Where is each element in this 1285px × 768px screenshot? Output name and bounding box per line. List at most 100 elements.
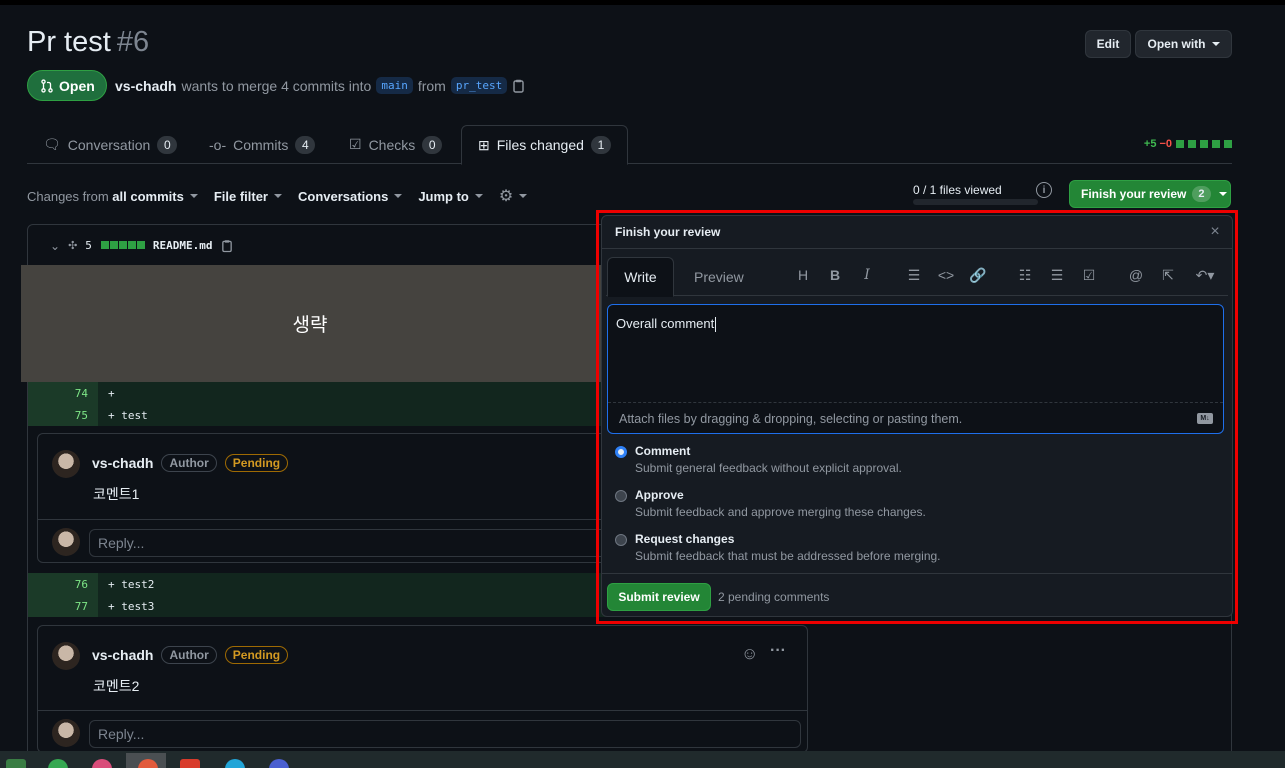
app-icon[interactable] (180, 759, 200, 768)
jump-to-menu[interactable]: Jump to (418, 186, 483, 206)
review-text: Overall comment (616, 316, 715, 331)
comment-thread: vs-chadh Author Pending ☺ ··· 코멘트2 Reply… (37, 625, 808, 753)
pr-state-badge: Open (27, 70, 107, 101)
comment-author[interactable]: vs-chadh (92, 647, 153, 663)
diffstat-block (1224, 140, 1232, 148)
tab-files-changed[interactable]: ⊞ Files changed 1 (461, 125, 628, 165)
tab-checks[interactable]: ☑ Checks 0 (349, 125, 443, 164)
tab-conversation[interactable]: 🗨 Conversation 0 (43, 125, 178, 164)
comment-author[interactable]: vs-chadh (92, 455, 153, 471)
file-filter-menu[interactable]: File filter (214, 186, 282, 206)
chevron-down-icon (189, 194, 198, 198)
heading-icon[interactable]: H (792, 264, 814, 286)
tab-counter: 4 (295, 135, 316, 154)
code-icon[interactable]: <> (935, 264, 957, 286)
unordered-list-icon[interactable]: ☷ (1014, 264, 1036, 286)
finish-review-popover: Finish your review × Write Preview H B I… (601, 215, 1233, 617)
finish-review-label: Finish your review (1081, 187, 1187, 201)
pull-request-icon (41, 78, 53, 93)
line-number[interactable]: 77 (28, 595, 98, 617)
head-branch[interactable]: pr_test (450, 77, 508, 94)
info-icon[interactable]: i (1036, 182, 1052, 198)
attach-text: Attach files by dragging & dropping, sel… (619, 411, 963, 426)
merge-text: wants to merge 4 commits into (181, 77, 372, 94)
radio-approve[interactable] (615, 490, 627, 502)
base-branch[interactable]: main (376, 77, 413, 94)
review-textarea[interactable]: Overall comment Attach files by dragging… (607, 304, 1224, 434)
markdown-icon[interactable]: M↓ (1197, 413, 1213, 424)
attach-files-zone[interactable]: Attach files by dragging & dropping, sel… (608, 402, 1223, 434)
author-label: Author (161, 454, 217, 472)
line-number[interactable]: 75 (28, 404, 98, 426)
bold-icon[interactable]: B (824, 264, 846, 286)
app-icon[interactable] (48, 759, 68, 768)
comment-body: 코멘트2 (93, 678, 140, 694)
link-icon[interactable]: 🔗 (967, 264, 989, 286)
line-number[interactable]: 76 (28, 573, 98, 595)
app-icon[interactable] (269, 759, 289, 768)
top-strip (0, 0, 1285, 5)
app-icon[interactable] (225, 759, 245, 768)
tab-write[interactable]: Write (607, 257, 674, 297)
smiley-icon[interactable]: ☺ (741, 644, 758, 664)
reply-input[interactable]: Reply... (89, 720, 801, 748)
task-list-icon[interactable]: ☑ (1078, 264, 1100, 286)
pr-state-label: Open (59, 77, 95, 94)
app-icon[interactable] (6, 759, 26, 768)
tab-commits[interactable]: -o- Commits 4 (209, 125, 316, 164)
conversation-icon: 🗨 (43, 136, 61, 152)
line-number[interactable]: 74 (28, 382, 98, 404)
option-title: Request changes (635, 532, 735, 546)
chevron-down-icon (394, 194, 403, 198)
undo-icon[interactable]: ↶▾ (1189, 264, 1221, 286)
tab-counter: 1 (590, 136, 611, 154)
pending-label: Pending (224, 646, 289, 664)
edit-button[interactable]: Edit (1085, 30, 1131, 58)
diffstat-block (1212, 140, 1220, 148)
submit-review-button[interactable]: Submit review (607, 583, 711, 611)
copy-icon[interactable] (221, 239, 233, 253)
page-title: Pr test #6 (27, 26, 149, 59)
tab-preview[interactable]: Preview (694, 257, 744, 297)
quote-icon[interactable]: ☰ (903, 264, 925, 286)
diff-toolbar: Changes from all commits File filter Con… (27, 186, 528, 206)
avatar[interactable] (52, 450, 80, 478)
tab-counter: 0 (422, 135, 443, 154)
line-code: + test (108, 408, 148, 422)
expand-icon[interactable]: ✣ (68, 239, 77, 252)
commit-icon: -o- (209, 136, 227, 153)
mention-icon[interactable]: @ (1125, 264, 1147, 286)
pending-label: Pending (224, 454, 289, 472)
line-code: + test3 (108, 599, 155, 613)
avatar (52, 528, 80, 556)
file-filter-label: File filter (213, 188, 268, 204)
reference-icon[interactable]: ⇱ (1157, 264, 1179, 286)
app-icon[interactable] (92, 759, 112, 768)
pr-merge-info: vs-chadh wants to merge 4 commits into m… (115, 77, 525, 94)
avatar[interactable] (52, 642, 80, 670)
close-icon[interactable]: × (1206, 223, 1224, 241)
option-desc: Submit general feedback without explicit… (635, 461, 902, 475)
italic-icon[interactable]: I (856, 264, 878, 286)
copy-icon[interactable] (512, 79, 525, 93)
jump-to-label: Jump to (418, 188, 469, 204)
finish-review-button[interactable]: Finish your review 2 (1069, 180, 1231, 208)
chevron-down-icon[interactable]: ⌄ (50, 239, 60, 253)
changes-from-menu[interactable]: Changes from all commits (27, 186, 198, 206)
settings-menu[interactable]: ⚙ (499, 186, 528, 206)
from-text: from (417, 77, 446, 94)
radio-request-changes[interactable] (615, 534, 627, 546)
ordered-list-icon[interactable]: ☰ (1046, 264, 1068, 286)
changes-value: all commits (112, 188, 184, 204)
more-options-icon[interactable]: ··· (770, 642, 786, 660)
file-name[interactable]: README.md (153, 239, 213, 252)
pr-author[interactable]: vs-chadh (115, 78, 176, 94)
pr-number: #6 (116, 26, 150, 58)
radio-comment[interactable] (615, 446, 627, 458)
option-title: Approve (635, 488, 684, 502)
open-with-button[interactable]: Open with (1135, 30, 1232, 58)
tab-counter: 0 (157, 135, 178, 154)
conversations-menu[interactable]: Conversations (298, 186, 403, 206)
diffstat-block (1200, 140, 1208, 148)
pr-tabs: 🗨 Conversation 0 -o- Commits 4 ☑ Checks … (27, 125, 1232, 165)
